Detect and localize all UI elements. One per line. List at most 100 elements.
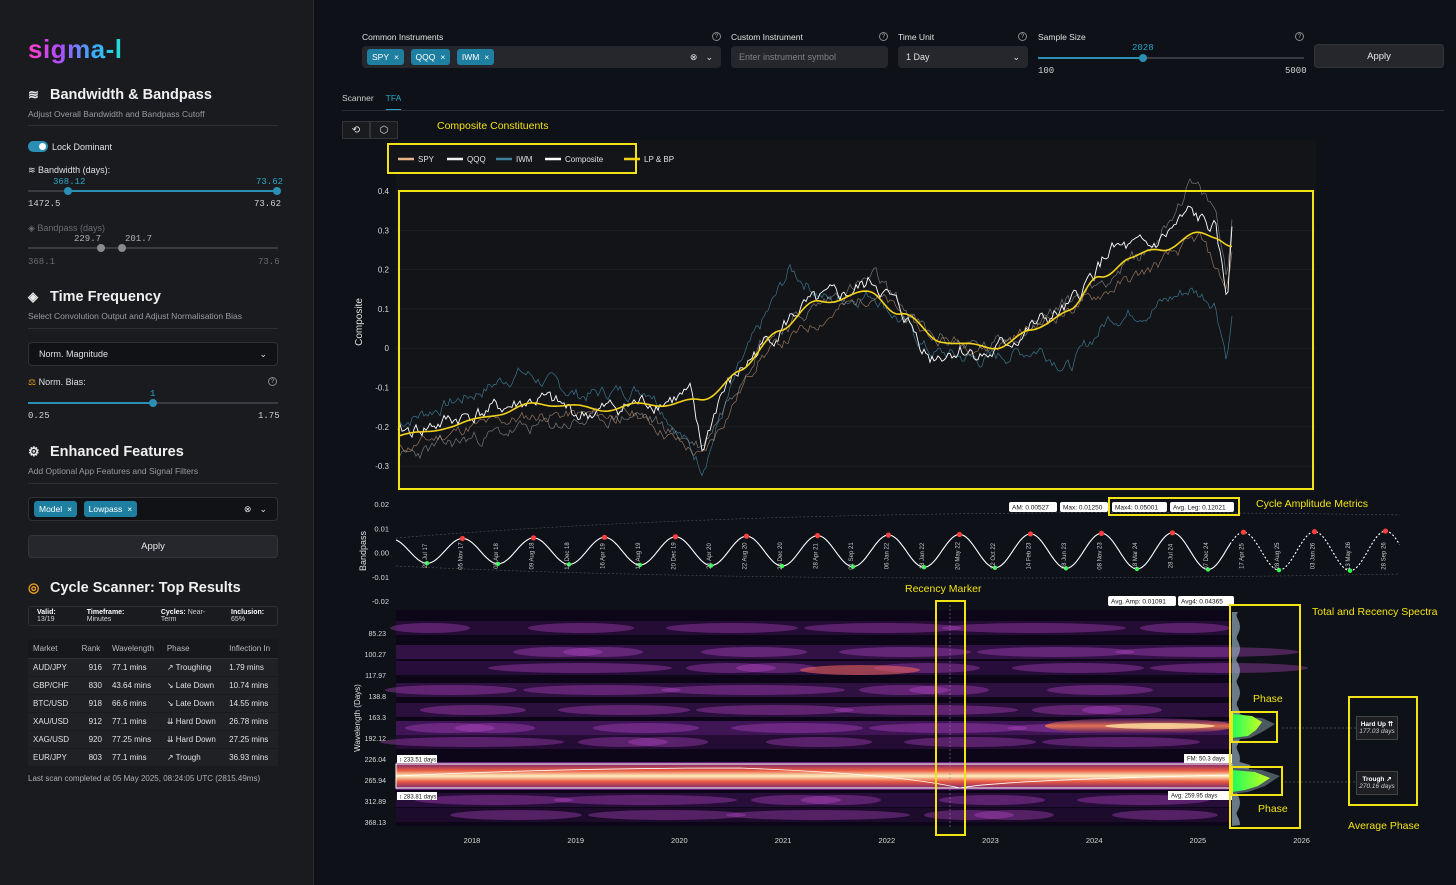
cell-phase: ↗ Troughing [161,658,225,677]
help-icon[interactable]: ? [268,377,277,386]
help-icon[interactable]: ? [712,32,721,41]
annotation-cycle-amplitude: Cycle Amplitude Metrics [1256,498,1369,510]
close-icon[interactable]: × [67,504,72,514]
col-wavelength[interactable]: Wavelength [106,639,162,659]
spectrum-blob [696,705,854,715]
chip-qqq[interactable]: QQQ × [410,49,451,65]
table-row[interactable]: XAG/USD 920 77.25 mins ⇊ Hard Down 27.25 min… [28,730,278,749]
col-phase[interactable]: Phase [161,639,225,659]
cycle-date-label: 16 Apr 19 [601,542,607,568]
peak-marker [743,533,750,539]
peak-marker [672,534,679,540]
x-tick-label: 2023 [982,836,999,845]
spectrum-blob [450,810,582,820]
y-tick-label: -0.01 [372,573,389,582]
phase-card-value: 270.16 days [1359,783,1395,790]
close-icon[interactable]: × [394,52,399,62]
cell-rank: 918 [76,694,107,713]
sidebar-apply-button[interactable]: Apply [28,535,278,558]
cell-market: EUR/JPY [28,748,77,767]
bandpass-high-handle[interactable] [118,244,126,252]
chevron-down-icon[interactable]: ⌄ [259,504,267,514]
table-row[interactable]: AUD/JPY 916 77.1 mins ↗ Troughing 1.79 mins [28,658,278,677]
table-row[interactable]: GBP/CHF 830 43.64 mins ↘ Late Down 10.74 min… [28,676,278,695]
bandpass-y-axis-label: Bandpass [358,530,368,571]
scanner-summary: Valid: 13/19 Timeframe: Minutes Cycles: … [28,606,278,626]
bandpass-label: ◈ Bandpass (days) [28,223,105,234]
chip-iwm[interactable]: IWM × [456,49,495,65]
chevron-down-icon[interactable]: ⌄ [705,52,713,62]
scan-cycles-key: Cycles: [160,609,186,616]
help-icon[interactable]: ? [879,32,888,41]
bandwidth-low-handle[interactable] [64,187,72,195]
tab-scanner[interactable]: Scanner [342,93,374,111]
close-icon[interactable]: × [484,52,489,62]
table-header-row: Market Rank Wavelength Phase Inflection … [28,639,278,659]
custom-instrument-input[interactable]: Enter instrument symbol [731,46,888,68]
table-row[interactable]: XAU/USD 912 77.1 mins ⇊ Hard Down 26.78 mins [28,712,278,731]
bandpass-low-handle[interactable] [97,244,105,252]
help-icon[interactable]: ? [1018,32,1027,41]
metric-am: AM: 0.00527 [1012,505,1049,512]
tab-tfa[interactable]: TFA [385,93,402,111]
sample-size-value: 2028 [1132,43,1154,53]
spectrum-blob [800,665,920,675]
annotation-spectra: Total and Recency Spectra [1312,606,1438,618]
norm-bias-label: ⚖ Norm. Bias: [28,377,86,388]
cycle-date-label: 22 Oct 22 [991,542,997,569]
avg-label: Avg: 259.95 days [1171,794,1217,800]
scanner-section-title: ◎ Cycle Scanner: Top Results [28,580,241,596]
col-inflection[interactable]: Inflection In [224,639,278,659]
y-tick-label: 368.13 [365,820,387,827]
metric-avg4: Avg4: 0.04365 [1181,599,1223,606]
lock-dominant-toggle[interactable] [28,141,48,152]
chip-lowpass[interactable]: Lowpass × [83,501,138,517]
close-icon[interactable]: × [127,504,132,514]
cycle-date-label: 28 Sep 26 [1382,542,1388,570]
help-icon[interactable]: ? [1295,32,1304,41]
table-row[interactable]: EUR/JPY 803 77.1 mins ↗ Trough 36.93 mins [28,748,278,767]
spectrum-chart: ↕ 233.51 days ↕ 283.81 days FM: 50.3 days A… [353,605,1356,845]
col-market[interactable]: Market [28,639,77,659]
col-rank[interactable]: Rank [76,639,107,659]
chip-model[interactable]: Model × [34,501,78,517]
cell-wavelength: 77.1 mins [106,658,162,677]
bandwidth-label-text: Bandwidth (days): [38,165,111,175]
chip-spy[interactable]: SPY × [367,49,404,65]
cycle-date-label: 05 Nov 17 [459,542,465,570]
cell-inflection: 14.55 mins [224,694,278,713]
spectrum-blob [578,737,668,747]
clear-icon[interactable]: ⊗ [690,52,698,62]
cycle-date-label: 05 Apr 18 [494,542,500,568]
dominant-ridge-line [395,767,1233,789]
bias-icon: ⚖ [28,377,39,387]
bandwidth-label: ≋ Bandwidth (days): [28,165,110,176]
close-icon[interactable]: × [440,52,445,62]
sample-size-handle[interactable] [1138,54,1147,62]
time-unit-select[interactable]: 1 Day ⌄ [898,46,1028,68]
cell-market: BTC/USD [28,694,77,713]
convolution-output-select[interactable]: Norm. Magnitude ⌄ [28,342,278,366]
common-instruments-select[interactable]: SPY × QQQ × IWM × ⊗ ⌄ [362,46,721,68]
bandpass-forecast-wave [1229,530,1400,572]
spectrum-blob [726,810,910,820]
features-multiselect[interactable]: Model × Lowpass × ⊗ ⌄ [28,497,278,521]
cycle-date-label: 18 Jan 22 [920,542,926,569]
peak-marker [601,534,608,540]
top-apply-button[interactable]: Apply [1314,44,1444,68]
cycle-date-label: 01 Sep 21 [849,542,855,570]
norm-bias-fill [28,402,153,404]
peak-marker [956,531,963,538]
peak-marker [885,532,892,538]
spectrum-blob [420,705,526,715]
cycle-date-label: 13 May 26 [1346,541,1352,570]
norm-bias-handle[interactable] [149,399,157,407]
spectrum-blob [1007,723,1191,733]
bandwidth-high-handle[interactable] [273,187,281,195]
reset-view-button[interactable]: ⟲ [342,121,370,139]
clear-icon[interactable]: ⊗ [244,504,252,514]
settings-cube-button[interactable]: ⬡ [370,121,398,139]
table-row[interactable]: BTC/USD 918 66.6 mins ↘ Late Down 14.55 mins [28,694,278,713]
y-tick-label: 0.4 [378,187,390,196]
scan-inclusion: Inclusion: 65% [231,609,277,623]
